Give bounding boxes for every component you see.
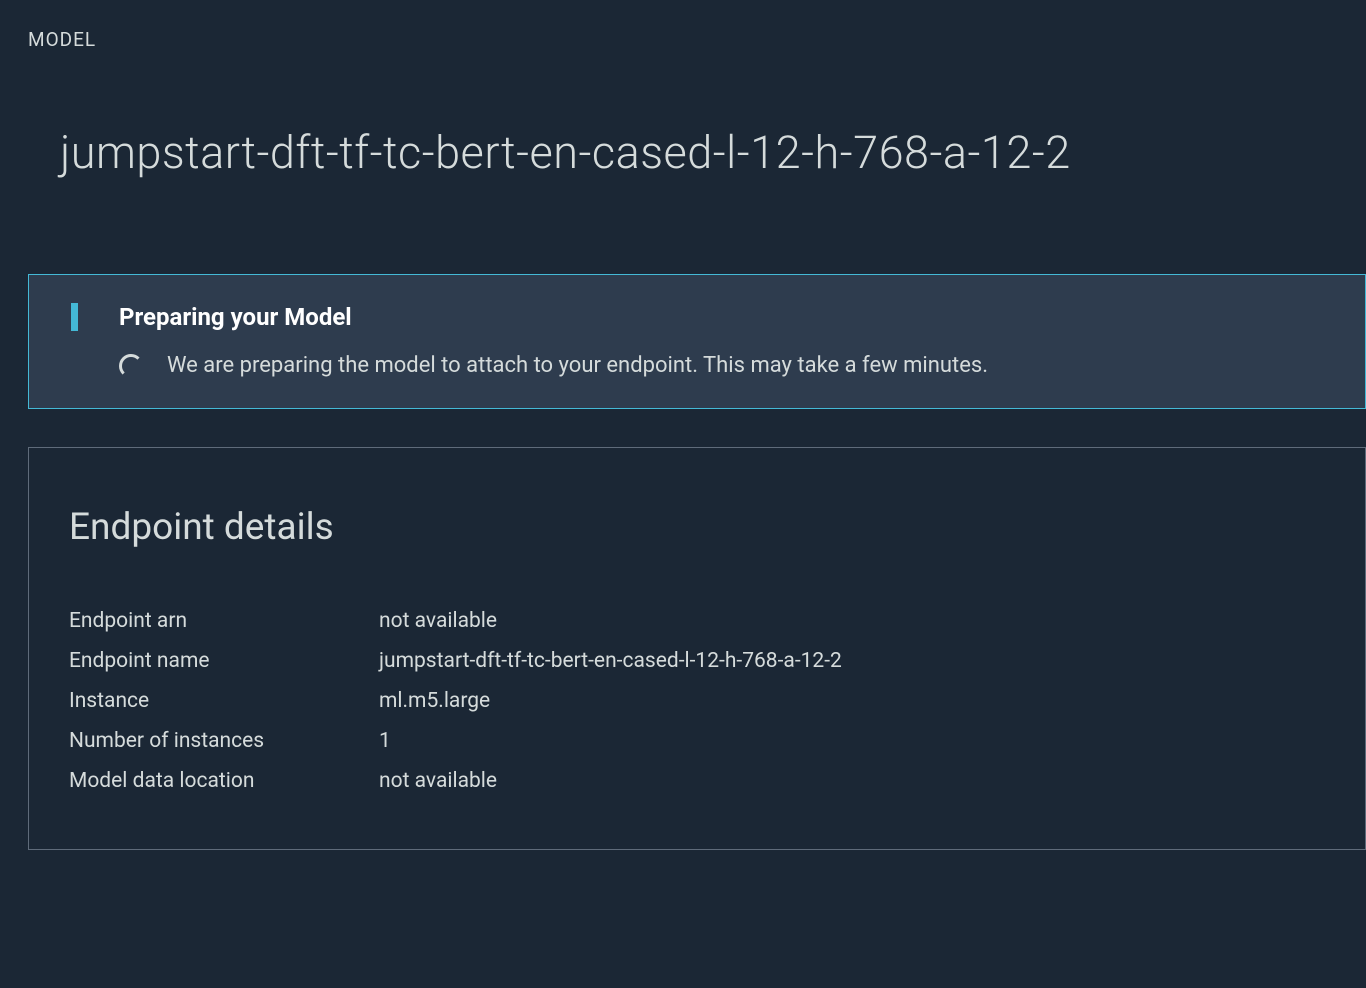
detail-label: Instance <box>69 689 379 713</box>
detail-value: jumpstart-dft-tf-tc-bert-en-cased-l-12-h… <box>379 649 842 673</box>
endpoint-details-panel: Endpoint details Endpoint arn not availa… <box>28 447 1366 850</box>
notification-message: We are preparing the model to attach to … <box>167 353 988 378</box>
detail-row-endpoint-name: Endpoint name jumpstart-dft-tf-tc-bert-e… <box>69 649 1325 673</box>
detail-label: Endpoint arn <box>69 609 379 633</box>
detail-label: Number of instances <box>69 729 379 753</box>
detail-value: 1 <box>379 729 391 753</box>
detail-row-number-instances: Number of instances 1 <box>69 729 1325 753</box>
breadcrumb[interactable]: MODEL <box>28 28 1366 51</box>
detail-label: Model data location <box>69 769 379 793</box>
detail-row-endpoint-arn: Endpoint arn not available <box>69 609 1325 633</box>
preparing-notification: Preparing your Model We are preparing th… <box>28 274 1366 409</box>
page-title: jumpstart-dft-tf-tc-bert-en-cased-l-12-h… <box>60 126 1366 179</box>
detail-value: not available <box>379 609 497 633</box>
detail-value: not available <box>379 769 497 793</box>
detail-value: ml.m5.large <box>379 689 490 713</box>
details-heading: Endpoint details <box>69 506 1325 549</box>
detail-row-model-data-location: Model data location not available <box>69 769 1325 793</box>
loading-spinner-icon <box>119 354 143 378</box>
notification-accent-bar <box>71 303 78 331</box>
notification-title: Preparing your Model <box>119 303 1335 331</box>
detail-label: Endpoint name <box>69 649 379 673</box>
detail-row-instance: Instance ml.m5.large <box>69 689 1325 713</box>
